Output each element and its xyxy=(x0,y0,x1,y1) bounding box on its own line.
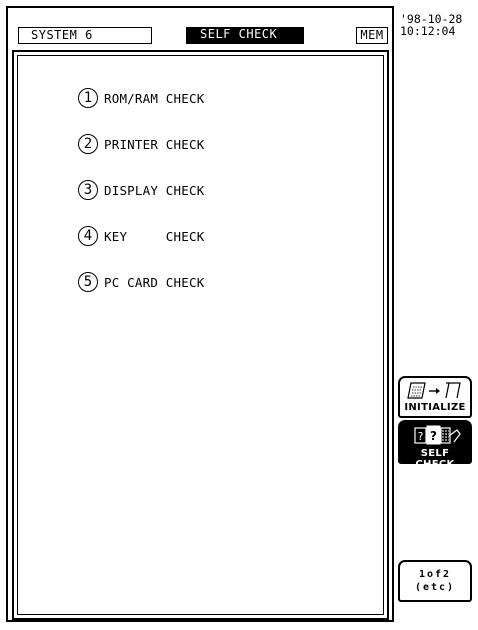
menu-item-pc-card-check[interactable]: 5 PC CARD CHECK xyxy=(78,270,204,294)
self-check-button[interactable]: ? ? SELF CHECK xyxy=(398,420,472,470)
clock: '98-10-28 10:12:04 xyxy=(400,13,462,37)
menu-item-label: ROM/RAM CHECK xyxy=(104,90,205,106)
system-label: SYSTEM 6 xyxy=(18,27,152,44)
initialize-label: INITIALIZE xyxy=(404,402,466,413)
self-check-icon: ? ? xyxy=(414,425,461,445)
menu-item-label: KEY CHECK xyxy=(104,228,205,244)
menu-item-label: PRINTER CHECK xyxy=(104,136,205,152)
mem-indicator: MEM xyxy=(356,27,388,44)
svg-text:?: ? xyxy=(430,429,437,443)
menu-item-rom-ram-check[interactable]: 1 ROM/RAM CHECK xyxy=(78,86,204,110)
number-3-icon: 3 xyxy=(78,180,98,200)
clock-time: 10:12:04 xyxy=(400,24,456,38)
page-indicator: 1of2 xyxy=(418,569,452,580)
number-2-icon: 2 xyxy=(78,134,98,154)
page-title: SELF CHECK xyxy=(186,27,304,44)
number-5-icon: 5 xyxy=(78,272,98,292)
page-1-of-2-button[interactable]: 1of2 (etc) xyxy=(398,560,472,602)
etc-label: (etc) xyxy=(414,582,456,593)
menu-item-display-check[interactable]: 3 DISPLAY CHECK xyxy=(78,178,204,202)
menu-item-key-check[interactable]: 4 KEY CHECK xyxy=(78,224,204,248)
number-4-icon: 4 xyxy=(78,226,98,246)
number-1-icon: 1 xyxy=(78,88,98,108)
menu-item-printer-check[interactable]: 2 PRINTER CHECK xyxy=(78,132,204,156)
initialize-icon xyxy=(407,382,461,399)
svg-text:?: ? xyxy=(418,430,424,443)
initialize-button[interactable]: INITIALIZE xyxy=(398,376,472,418)
menu-item-label: DISPLAY CHECK xyxy=(104,182,205,198)
self-check-label: SELF CHECK xyxy=(415,448,455,470)
menu-item-label: PC CARD CHECK xyxy=(104,274,205,290)
